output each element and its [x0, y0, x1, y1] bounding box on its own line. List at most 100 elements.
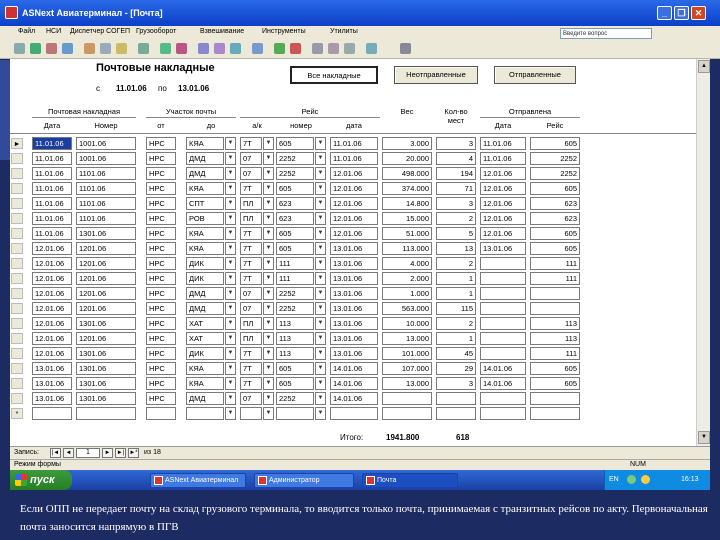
table-cell[interactable]: 11.01.06 — [480, 137, 526, 150]
table-cell[interactable]: 1101.06 — [76, 212, 136, 225]
dropdown-arrow-icon[interactable]: ▼ — [315, 137, 326, 150]
table-cell[interactable]: 11.01.06 — [32, 227, 72, 240]
close-button[interactable]: ✕ — [691, 6, 706, 20]
table-cell[interactable]: 623 — [530, 212, 580, 225]
dropdown-arrow-icon[interactable]: ▼ — [315, 167, 326, 180]
table-row[interactable]: 11.01.06 1101.06 НРС РОВ ▼ ПЛ ▼ 623 ▼ 12.01.06 15.… — [10, 211, 710, 226]
dropdown-arrow-icon[interactable]: ▼ — [225, 197, 236, 210]
menu-dispatcher[interactable]: Диспетчер СОГЕП — [70, 28, 130, 35]
table-cell[interactable]: 1301.06 — [76, 317, 136, 330]
table-row[interactable]: 13.01.06 1301.06 НРС ДМД ▼ 07 ▼ 2252 ▼ 14.01.06 — [10, 391, 710, 406]
record-selector[interactable] — [11, 243, 23, 254]
table-cell[interactable]: 1301.06 — [76, 347, 136, 360]
table-cell[interactable] — [330, 407, 378, 420]
dropdown-arrow-icon[interactable]: ▼ — [315, 242, 326, 255]
table-cell[interactable]: 1 — [436, 287, 476, 300]
table-cell[interactable] — [32, 407, 72, 420]
table-cell[interactable]: 3.000 — [382, 137, 432, 150]
table-cell[interactable]: 7Т — [240, 227, 262, 240]
dropdown-arrow-icon[interactable]: ▼ — [315, 152, 326, 165]
table-cell[interactable]: 14.01.06 — [480, 362, 526, 375]
table-cell[interactable]: 1301.06 — [76, 392, 136, 405]
record-selector[interactable] — [11, 228, 23, 239]
record-selector[interactable]: ► — [11, 138, 23, 149]
record-selector[interactable] — [11, 153, 23, 164]
table-cell[interactable] — [480, 317, 526, 330]
table-cell[interactable]: 12.01.06 — [330, 182, 378, 195]
table-cell[interactable]: 12.01.06 — [32, 317, 72, 330]
table-cell[interactable]: 605 — [276, 227, 314, 240]
table-cell[interactable]: 1101.06 — [76, 167, 136, 180]
table-row[interactable]: 13.01.06 1301.06 НРС КЯА ▼ 7Т ▼ 605 ▼ 14.01.06 107… — [10, 361, 710, 376]
table-cell[interactable]: 07 — [240, 287, 262, 300]
table-cell[interactable]: 2252 — [276, 152, 314, 165]
table-row[interactable]: 11.01.06 1101.06 НРС ДМД ▼ 07 ▼ 2252 ▼ 12.01.06 49… — [10, 166, 710, 181]
table-cell[interactable]: 2252 — [276, 392, 314, 405]
copy-icon[interactable] — [100, 43, 111, 54]
dropdown-arrow-icon[interactable]: ▼ — [315, 257, 326, 270]
dropdown-arrow-icon[interactable]: ▼ — [263, 377, 274, 390]
table-cell[interactable]: НРС — [146, 272, 176, 285]
table-cell[interactable]: ДМД — [186, 152, 224, 165]
table-cell[interactable]: 1201.06 — [76, 287, 136, 300]
table-cell[interactable]: 1201.06 — [76, 332, 136, 345]
menu-cargo[interactable]: Грузооборот — [136, 28, 176, 35]
dropdown-arrow-icon[interactable]: ▼ — [225, 377, 236, 390]
table-cell[interactable]: ПЛ — [240, 332, 262, 345]
table-cell[interactable]: 3 — [436, 197, 476, 210]
dropdown-arrow-icon[interactable]: ▼ — [225, 257, 236, 270]
table-cell[interactable]: 1101.06 — [76, 182, 136, 195]
table-cell[interactable]: НРС — [146, 257, 176, 270]
dropdown-arrow-icon[interactable]: ▼ — [315, 182, 326, 195]
scroll-up-icon[interactable]: ▲ — [698, 60, 710, 73]
table-cell[interactable]: ПЛ — [240, 212, 262, 225]
table-cell[interactable]: КЯА — [186, 362, 224, 375]
dropdown-arrow-icon[interactable]: ▼ — [263, 407, 274, 420]
table-cell[interactable]: ДИК — [186, 347, 224, 360]
table-cell[interactable]: 113 — [276, 317, 314, 330]
table-cell[interactable]: 13.000 — [382, 377, 432, 390]
table-cell[interactable]: 13.01.06 — [330, 242, 378, 255]
table-cell[interactable]: 12.01.06 — [330, 197, 378, 210]
dropdown-arrow-icon[interactable]: ▼ — [263, 272, 274, 285]
menu-nsi[interactable]: НСИ — [46, 28, 61, 35]
table-row[interactable]: 12.01.06 1201.06 НРС ХАТ ▼ ПЛ ▼ 113 ▼ 13.01.06 13.… — [10, 331, 710, 346]
table-cell[interactable]: 623 — [530, 197, 580, 210]
table-row[interactable]: 12.01.06 1201.06 НРС ДИК ▼ 7Т ▼ 111 ▼ 13.01.06 4.0… — [10, 256, 710, 271]
language-indicator[interactable]: EN — [609, 476, 619, 483]
table-cell[interactable]: РОВ — [186, 212, 224, 225]
table-cell[interactable]: 07 — [240, 152, 262, 165]
table-cell[interactable]: 1201.06 — [76, 257, 136, 270]
table-cell[interactable] — [436, 392, 476, 405]
tab-all-invoices[interactable]: Все накладные — [290, 66, 378, 84]
table-row[interactable]: 11.01.06 1101.06 НРС КЯА ▼ 7Т ▼ 605 ▼ 12.01.06 374… — [10, 181, 710, 196]
table-cell[interactable]: НРС — [146, 167, 176, 180]
table-cell[interactable]: 12.01.06 — [32, 332, 72, 345]
dropdown-arrow-icon[interactable]: ▼ — [263, 227, 274, 240]
table-cell[interactable]: КЯА — [186, 182, 224, 195]
scroll-down-icon[interactable]: ▼ — [698, 431, 710, 444]
table-cell[interactable]: 13 — [436, 242, 476, 255]
table-cell[interactable]: 2 — [436, 257, 476, 270]
table-cell[interactable]: 14.01.06 — [480, 377, 526, 390]
table-cell[interactable]: НРС — [146, 392, 176, 405]
dropdown-arrow-icon[interactable]: ▼ — [225, 407, 236, 420]
table-cell[interactable]: 2 — [436, 212, 476, 225]
table-row[interactable]: 11.01.06 1301.06 НРС КЯА ▼ 7Т ▼ 605 ▼ 12.01.06 51.… — [10, 226, 710, 241]
table-cell[interactable]: 11.01.06 — [32, 167, 72, 180]
table-cell[interactable]: НРС — [146, 182, 176, 195]
table-cell[interactable]: 374.000 — [382, 182, 432, 195]
dropdown-arrow-icon[interactable]: ▼ — [225, 152, 236, 165]
table-cell[interactable]: 101.000 — [382, 347, 432, 360]
table-cell[interactable]: 14.800 — [382, 197, 432, 210]
help-icon[interactable] — [366, 43, 377, 54]
table-cell[interactable]: 12.01.06 — [32, 272, 72, 285]
table-cell[interactable]: 107.000 — [382, 362, 432, 375]
dropdown-arrow-icon[interactable]: ▼ — [263, 182, 274, 195]
table-cell[interactable] — [436, 407, 476, 420]
dropdown-arrow-icon[interactable]: ▼ — [225, 272, 236, 285]
table-cell[interactable]: КЯА — [186, 137, 224, 150]
table-cell[interactable]: ПЛ — [240, 317, 262, 330]
table-cell[interactable]: 12.01.06 — [480, 182, 526, 195]
table-cell[interactable]: НРС — [146, 302, 176, 315]
